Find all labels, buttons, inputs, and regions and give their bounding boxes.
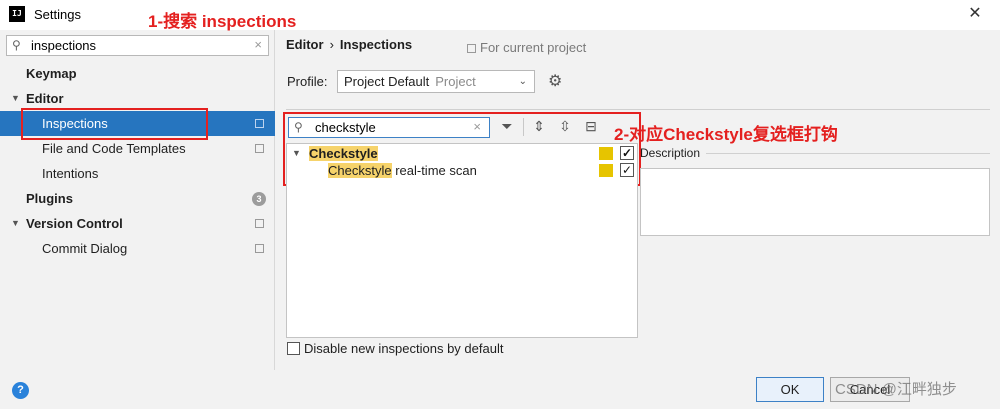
- search-icon: ⚲: [294, 120, 303, 134]
- ok-button[interactable]: OK: [756, 377, 824, 402]
- sidebar-item-label: Plugins: [26, 191, 73, 206]
- annotation-step-1: 1-搜索 inspections: [148, 12, 297, 31]
- expand-arrow-icon[interactable]: ▼: [11, 211, 20, 236]
- description-divider: [706, 153, 990, 154]
- search-highlight: Checkstyle: [309, 146, 378, 161]
- toolbar-separator: [523, 118, 524, 136]
- disable-new-inspections-checkbox[interactable]: [287, 342, 300, 355]
- settings-search-field[interactable]: ⚲ ×: [6, 35, 269, 56]
- inspection-label: Checkstyle: [309, 145, 378, 162]
- scope-label: For current project: [480, 40, 587, 55]
- expand-arrow-icon[interactable]: ▼: [11, 86, 20, 111]
- description-label: Description: [640, 146, 701, 160]
- window-title: Settings: [34, 7, 81, 22]
- annotation-step-2: 2-对应Checkstyle复选框打钩: [614, 125, 838, 144]
- sidebar-item-version-control[interactable]: ▼ Version Control: [0, 211, 275, 236]
- expand-all-icon[interactable]: ⇕: [530, 118, 548, 135]
- sidebar-item-label: Intentions: [42, 166, 99, 181]
- inspection-group-row[interactable]: ▼ Checkstyle ✓: [287, 145, 637, 162]
- severity-warning-icon: [599, 164, 613, 177]
- clear-filter-icon[interactable]: ×: [473, 119, 481, 134]
- search-icon: ⚲: [12, 38, 21, 52]
- sidebar-item-label: Version Control: [26, 216, 123, 231]
- breadcrumb-parent[interactable]: Editor: [286, 37, 324, 52]
- copy-settings-icon: [255, 219, 264, 228]
- copy-settings-icon: [255, 119, 264, 128]
- inspection-label: Checkstyle real-time scan: [328, 163, 477, 178]
- collapse-all-icon[interactable]: ⇳: [556, 118, 574, 135]
- sidebar-item-intentions[interactable]: Intentions: [0, 161, 275, 186]
- clear-search-icon[interactable]: ×: [254, 37, 262, 52]
- sidebar-item-keymap[interactable]: Keymap: [0, 61, 275, 86]
- sidebar-item-label: Keymap: [26, 66, 77, 81]
- sidebar-item-label: Commit Dialog: [42, 241, 128, 256]
- breadcrumb: Editor › Inspections: [286, 37, 412, 52]
- profile-label: Profile:: [287, 74, 328, 89]
- profile-dropdown[interactable]: Project Default Project ⌄: [337, 70, 535, 93]
- disable-new-inspections-row[interactable]: Disable new inspections by default: [287, 341, 503, 357]
- settings-sidebar: ⚲ × Keymap ▼ Editor Inspections File and…: [0, 30, 275, 370]
- project-scope-icon: [467, 44, 476, 53]
- copy-settings-icon: [255, 144, 264, 153]
- plugins-count-badge: 3: [252, 192, 266, 206]
- inspection-checkbox[interactable]: ✓: [620, 163, 634, 177]
- settings-search-input[interactable]: [31, 38, 246, 53]
- annotation-box-inspections: [21, 108, 208, 140]
- reset-icon[interactable]: ⊟: [582, 118, 600, 135]
- disable-new-inspections-label: Disable new inspections by default: [304, 341, 504, 356]
- copy-settings-icon: [255, 244, 264, 253]
- scope-indicator: For current project: [467, 40, 586, 55]
- inspection-filter-input[interactable]: [315, 120, 465, 135]
- breadcrumb-current: Inspections: [339, 37, 413, 52]
- chevron-down-icon: ⌄: [518, 76, 527, 87]
- severity-warning-icon: [599, 147, 613, 160]
- expand-arrow-icon[interactable]: ▼: [292, 145, 301, 162]
- profile-sub: Project: [435, 74, 476, 89]
- gear-icon[interactable]: ⚙: [548, 71, 562, 91]
- inspection-row[interactable]: Checkstyle real-time scan ✓: [287, 162, 637, 179]
- watermark: CSDN @江畔独步: [835, 381, 957, 398]
- section-divider: [286, 109, 990, 110]
- sidebar-item-commit-dialog[interactable]: Commit Dialog: [0, 236, 275, 261]
- filter-icon[interactable]: ⏷: [498, 118, 516, 135]
- sidebar-item-plugins[interactable]: Plugins 3: [0, 186, 275, 211]
- profile-value: Project Default: [344, 74, 430, 89]
- help-icon[interactable]: ?: [12, 382, 29, 399]
- inspection-tree: ▼ Checkstyle ✓ Checkstyle real-time scan…: [286, 143, 638, 338]
- breadcrumb-separator: ›: [329, 37, 334, 52]
- close-icon[interactable]: ✕: [962, 2, 988, 26]
- intellij-logo-icon: IJ: [9, 6, 25, 22]
- inspection-checkbox[interactable]: ✓: [620, 146, 634, 160]
- inspection-filter-field[interactable]: ⚲ ×: [288, 117, 490, 138]
- description-panel: [640, 168, 990, 236]
- search-highlight: Checkstyle: [328, 163, 392, 178]
